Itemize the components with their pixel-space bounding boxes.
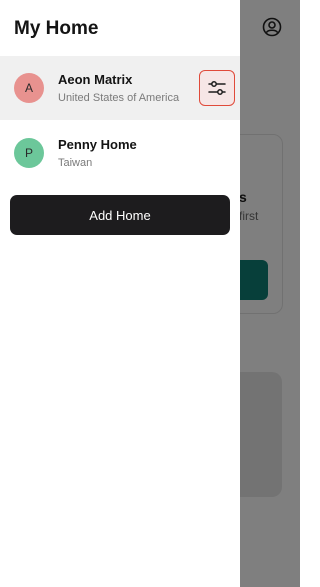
home-item-aeon-matrix[interactable]: A Aeon Matrix United States of America [0, 56, 240, 120]
home-location: United States of America [58, 91, 180, 104]
home-name: Aeon Matrix [58, 71, 133, 87]
avatar: P [14, 138, 44, 168]
drawer-title: My Home [14, 18, 99, 39]
home-text: Penny Home Taiwan [58, 137, 137, 170]
add-home-button[interactable]: Add Home [10, 195, 230, 235]
home-drawer: My Home A Aeon Matrix United States of A… [0, 0, 240, 587]
home-settings-button[interactable] [199, 70, 235, 106]
home-text: Aeon Matrix United States of America [58, 72, 179, 105]
avatar: A [14, 73, 44, 103]
avatar-initial: P [24, 146, 33, 160]
avatar-initial: A [24, 81, 33, 95]
home-location: Taiwan [58, 156, 93, 169]
sliders-icon [208, 81, 226, 95]
home-item-penny-home[interactable]: P Penny Home Taiwan [0, 121, 240, 185]
home-name: Penny Home [58, 136, 137, 152]
